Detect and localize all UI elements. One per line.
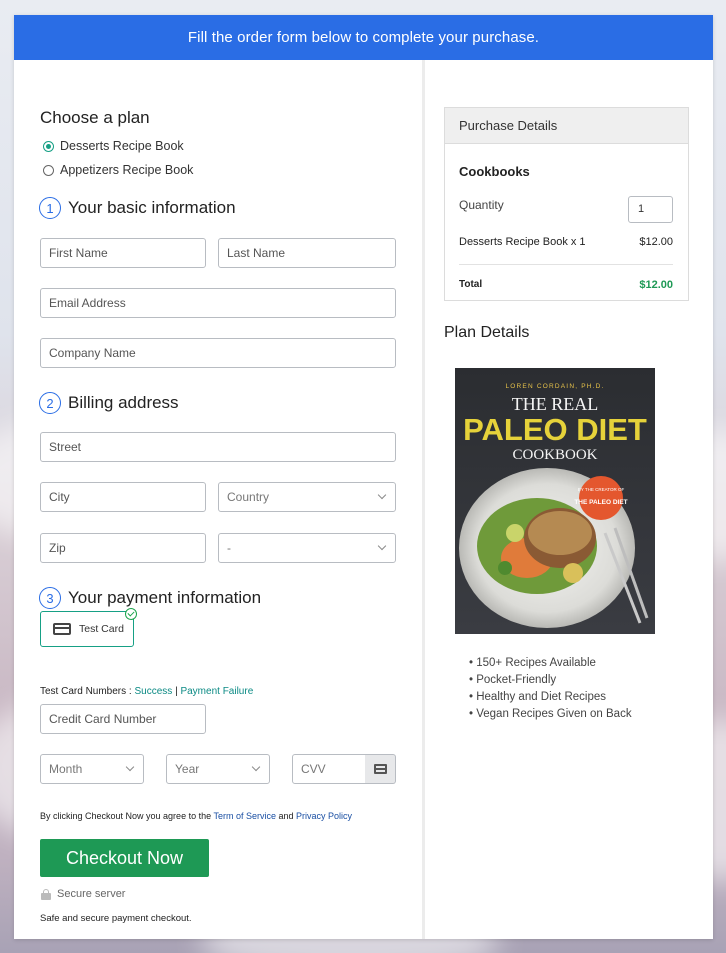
secure-server-text: Secure server — [57, 888, 126, 900]
quantity-label: Quantity — [459, 198, 504, 212]
payment-failure-link[interactable]: Payment Failure — [180, 686, 253, 697]
book-title-line1: THE REAL — [512, 394, 598, 414]
chevron-down-icon — [377, 490, 387, 500]
section-basic-info: 1 Your basic information — [39, 197, 236, 219]
order-form: Choose a plan Desserts Recipe Book Appet… — [14, 60, 422, 939]
terms-and: and — [278, 811, 294, 821]
terms-text: By clicking Checkout Now you agree to th… — [40, 811, 352, 821]
step-number-1: 1 — [39, 197, 61, 219]
header-banner: Fill the order form below to complete yo… — [14, 15, 713, 60]
test-card-numbers: Test Card Numbers : Success | Payment Fa… — [40, 686, 253, 697]
privacy-policy-link[interactable]: Privacy Policy — [296, 811, 352, 821]
book-cover-image: LOREN CORDAIN, PH.D. THE REAL PALEO DIET… — [455, 368, 655, 634]
lock-icon — [41, 889, 51, 900]
line-item: Desserts Recipe Book x 1 $12.00 — [459, 236, 673, 248]
order-form-container: Fill the order form below to complete yo… — [14, 15, 713, 939]
state-select[interactable]: - — [218, 533, 396, 563]
company-field[interactable]: Company Name — [40, 338, 396, 368]
secure-note-text: Safe and secure payment checkout. — [40, 913, 192, 924]
total-label: Total — [459, 279, 483, 290]
product-category: Cookbooks — [459, 164, 530, 179]
month-select[interactable]: Month — [40, 754, 144, 784]
cvv-field[interactable]: CVV — [292, 754, 366, 784]
state-select-value: - — [227, 541, 231, 555]
first-name-field[interactable]: First Name — [40, 238, 206, 268]
credit-card-icon — [53, 623, 71, 635]
choose-plan-heading: Choose a plan — [40, 108, 150, 127]
plan-details-title: Plan Details — [444, 324, 530, 341]
purchase-details-box: Purchase Details Cookbooks Quantity 1 De… — [444, 107, 689, 301]
feature-item: Vegan Recipes Given on Back — [469, 706, 631, 723]
line-item-price: $12.00 — [639, 236, 673, 248]
test-card-option[interactable]: Test Card — [40, 608, 137, 647]
feature-list: 150+ Recipes Available Pocket-Friendly H… — [469, 655, 632, 723]
cvv-info-button[interactable] — [365, 754, 396, 784]
feature-item: 150+ Recipes Available — [469, 655, 632, 672]
line-item-name: Desserts Recipe Book x 1 — [459, 236, 586, 248]
badge-main-text: THE PALEO DIET — [574, 499, 627, 506]
chevron-down-icon — [251, 762, 261, 772]
checkout-now-button[interactable]: Checkout Now — [40, 839, 209, 877]
divider — [459, 264, 673, 265]
plan-option-label: Appetizers Recipe Book — [60, 163, 194, 177]
summary-column: Purchase Details Cookbooks Quantity 1 De… — [425, 60, 713, 939]
city-field[interactable]: City — [40, 482, 206, 512]
purchase-details-header: Purchase Details — [445, 108, 688, 144]
plan-option-appetizers[interactable]: Appetizers Recipe Book — [43, 163, 193, 177]
book-title-line3: COOKBOOK — [512, 447, 597, 463]
credit-card-icon — [373, 764, 387, 774]
month-select-value: Month — [49, 762, 83, 776]
chevron-down-icon — [377, 541, 387, 551]
test-card-label: Test Card — [79, 623, 124, 635]
quantity-input[interactable]: 1 — [628, 196, 673, 223]
section-title: Billing address — [68, 393, 179, 412]
book-author-text: LOREN CORDAIN, PH.D. — [505, 383, 604, 390]
step-number-3: 3 — [39, 587, 61, 609]
last-name-field[interactable]: Last Name — [218, 238, 396, 268]
total-row: Total $12.00 — [459, 279, 673, 291]
terms-prefix: By clicking Checkout Now you agree to th… — [40, 811, 212, 821]
plan-option-desserts[interactable]: Desserts Recipe Book — [43, 139, 184, 153]
section-title: Your basic information — [68, 198, 236, 217]
street-field[interactable]: Street — [40, 432, 396, 462]
feature-item: Healthy and Diet Recipes — [469, 689, 632, 706]
country-select-value: Country — [227, 490, 270, 504]
credit-card-number-field[interactable]: Credit Card Number — [40, 704, 206, 734]
section-billing: 2 Billing address — [39, 392, 179, 414]
badge-top-text: BY THE CREATOR OF — [578, 487, 625, 492]
zip-field[interactable]: Zip — [40, 533, 206, 563]
year-select[interactable]: Year — [166, 754, 270, 784]
radio-unselected-icon[interactable] — [43, 164, 54, 176]
test-numbers-label: Test Card Numbers : — [40, 686, 132, 697]
section-title: Your payment information — [68, 588, 262, 607]
radio-selected-icon[interactable] — [43, 140, 54, 152]
chevron-down-icon — [125, 762, 135, 772]
book-title-line2: PALEO DIET — [463, 412, 647, 447]
check-circle-icon — [125, 608, 137, 620]
country-select[interactable]: Country — [218, 482, 396, 512]
year-select-value: Year — [175, 762, 200, 776]
terms-of-service-link[interactable]: Term of Service — [213, 811, 276, 821]
email-field[interactable]: Email Address — [40, 288, 396, 318]
step-number-2: 2 — [39, 392, 61, 414]
feature-item: Pocket-Friendly — [469, 672, 632, 689]
section-payment: 3 Your payment information — [39, 587, 261, 609]
total-amount: $12.00 — [639, 279, 673, 291]
plan-option-label: Desserts Recipe Book — [60, 139, 184, 153]
success-link[interactable]: Success — [134, 686, 172, 697]
link-separator: | — [175, 686, 178, 697]
